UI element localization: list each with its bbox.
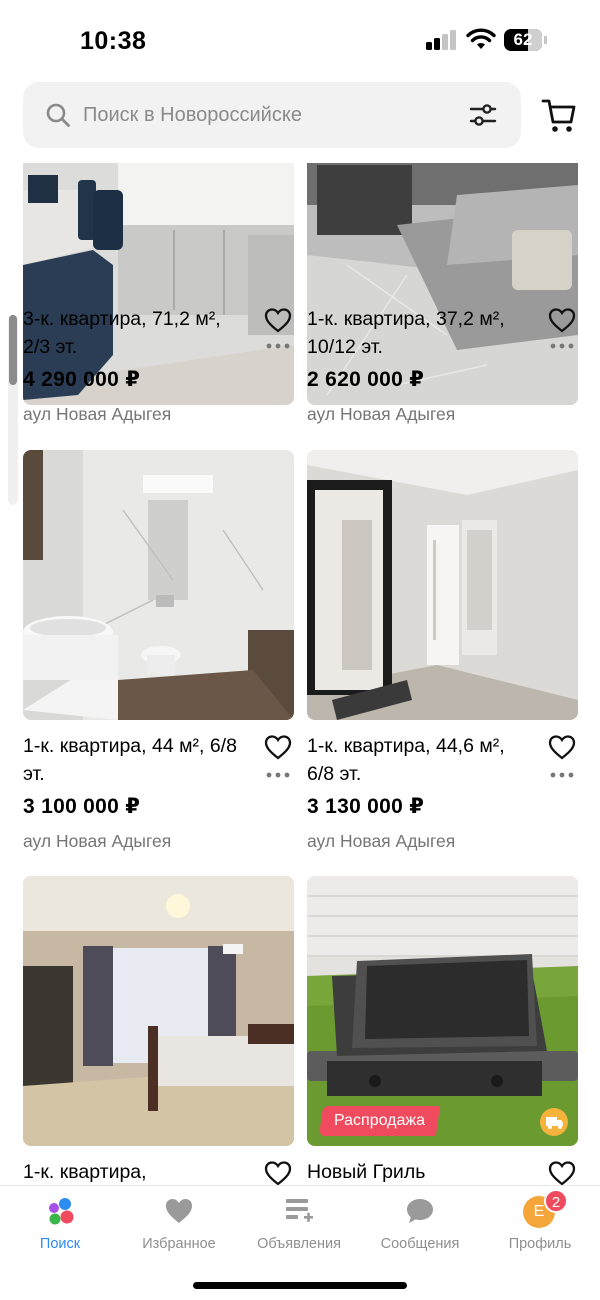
nav-label-search: Поиск [39,1236,81,1252]
nav-item-messages[interactable]: Сообщения [360,1186,480,1266]
listing-card[interactable]: Распродажа Новый Гриль [307,876,578,1185]
nav-label-profile: Профиль [508,1236,572,1252]
listing-title[interactable]: 1-к. квартира, 44,6 м², 6/8 эт. [307,732,537,788]
listing-title[interactable]: 1-к. квартира, 37,2 м², 10/12 эт. [307,305,537,361]
listing-title[interactable]: 1-к. квартира, 44 м², 6/8 эт. [23,732,253,788]
bedroom-photo[interactable] [23,876,294,1146]
heart-icon [166,1199,192,1223]
nav-label-listings: Объявления [257,1236,341,1252]
heart-icon[interactable] [548,1160,576,1185]
listing-info: 3-к. квартира, 71,2 м², 2/3 эт. 4 290 00… [23,305,294,425]
search-icon [46,103,70,127]
listing-location: аул Новая Адыгея [23,404,172,424]
heart-icon[interactable] [264,1160,292,1185]
more-options-icon[interactable] [266,343,290,349]
heart-icon[interactable] [264,734,292,760]
nav-label-messages: Сообщения [380,1236,460,1252]
nav-item-favorites[interactable]: Избранное [119,1186,239,1266]
scroll-indicator[interactable] [8,315,18,505]
sale-badge: Распродажа [318,1106,441,1136]
battery-icon: 62 [504,29,547,51]
delivery-icon [540,1108,568,1136]
listings-icon [286,1199,313,1222]
home-indicator[interactable] [193,1282,407,1289]
nav-item-profile[interactable]: E 2 Профиль [480,1186,600,1266]
chat-icon [407,1199,433,1223]
heart-icon[interactable] [548,307,576,333]
listings-feed[interactable]: 3-к. квартира, 71,2 м², 2/3 эт. 4 290 00… [0,163,600,1185]
wifi-icon [466,28,496,49]
more-options-icon[interactable] [550,772,574,778]
listing-price: 3 130 000 ₽ [307,795,425,818]
filter-icon[interactable] [469,102,497,128]
heart-icon[interactable] [548,734,576,760]
status-bar: 10:38 62 [0,0,600,80]
heart-icon[interactable] [264,307,292,333]
notification-badge: 2 [544,1189,568,1213]
listing-card[interactable]: 1-к. квартира, 44,6 м², 6/8 эт. 3 130 00… [307,450,578,851]
cart-icon[interactable] [541,96,577,136]
listing-location: аул Новая Адыгея [307,404,456,424]
nav-label-favorites: Избранное [142,1236,216,1252]
listing-title[interactable]: 1-к. квартира, [23,1158,253,1185]
bathroom-photo[interactable] [23,450,294,720]
search-logo-icon [49,1198,74,1225]
listing-price: 2 620 000 ₽ [307,368,425,391]
nav-item-search[interactable]: Поиск [0,1186,120,1266]
listing-location: аул Новая Адыгея [307,831,456,851]
listing-price: 3 100 000 ₽ [23,795,141,818]
listing-location: аул Новая Адыгея [23,831,172,851]
listing-price: 4 290 000 ₽ [23,368,141,391]
cellular-signal-icon [426,30,458,50]
nav-item-listings[interactable]: Объявления [239,1186,359,1266]
listing-card[interactable]: 1-к. квартира, 44 м², 6/8 эт. 3 100 000 … [23,450,294,851]
search-input[interactable] [83,94,453,136]
search-bar[interactable] [23,82,521,148]
listing-title[interactable]: Новый Гриль [307,1158,537,1185]
hallway-photo[interactable] [307,450,578,720]
battery-level: 62 [513,30,533,49]
listing-title[interactable]: 3-к. квартира, 71,2 м², 2/3 эт. [23,305,253,361]
more-options-icon[interactable] [266,772,290,778]
listing-info: 1-к. квартира, 37,2 м², 10/12 эт. 2 620 … [307,305,578,425]
listing-card[interactable]: 1-к. квартира, [23,876,294,1185]
more-options-icon[interactable] [550,343,574,349]
grill-photo[interactable]: Распродажа [307,876,578,1146]
status-time: 10:38 [80,27,147,55]
